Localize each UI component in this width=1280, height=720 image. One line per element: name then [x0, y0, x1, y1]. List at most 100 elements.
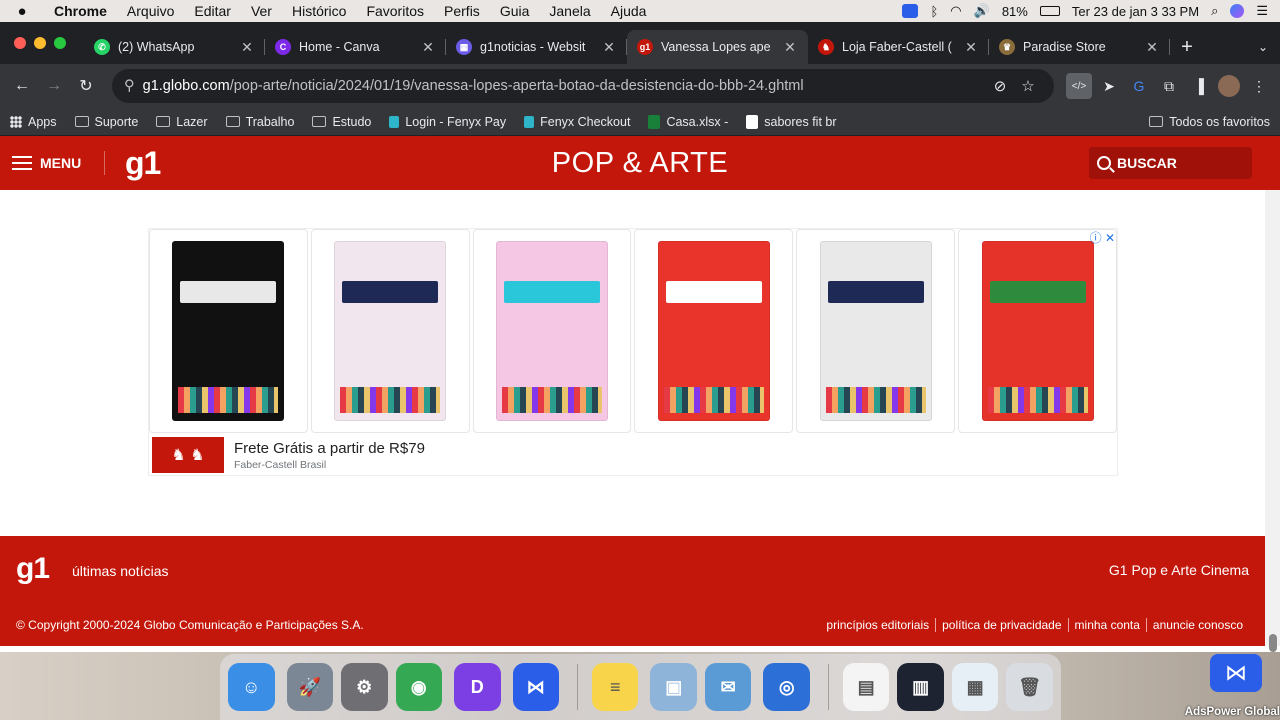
menu-perfis[interactable]: Perfis: [434, 3, 490, 19]
extensions-puzzle-icon[interactable]: ⧉: [1156, 73, 1182, 99]
site-info-icon[interactable]: ⚲: [124, 78, 135, 94]
ad-product-card[interactable]: [472, 229, 632, 433]
forward-button[interactable]: →: [40, 72, 68, 100]
bookmark-item[interactable]: Apps: [10, 115, 57, 129]
bookmark-item[interactable]: Lazer: [156, 115, 208, 129]
dock-chromium-icon[interactable]: ◎: [763, 663, 810, 711]
footer-section-link[interactable]: G1 Pop e Arte Cinema: [1109, 562, 1249, 578]
desktop-adspower-shortcut[interactable]: ⋈ AdsPower Global: [1180, 652, 1280, 720]
url-text[interactable]: g1.globo.com/pop-arte/noticia/2024/01/19…: [143, 78, 986, 94]
adspower-status-icon[interactable]: [902, 4, 919, 18]
adchoices-icon[interactable]: ⓘ ✕: [1090, 229, 1115, 246]
dock-doc-thumb-1-icon[interactable]: ▤: [842, 663, 890, 711]
footer-latest-news-link[interactable]: últimas notícias: [72, 563, 168, 579]
g1-logo[interactable]: g1: [125, 145, 161, 182]
tab-close-icon[interactable]: ✕: [601, 39, 617, 56]
spotlight-search-icon[interactable]: ⌕: [1211, 3, 1218, 19]
bookmark-item[interactable]: Estudo: [312, 115, 371, 129]
tab-search-chevron-icon[interactable]: ⌄: [1246, 30, 1280, 64]
side-panel-icon[interactable]: ▐: [1186, 73, 1212, 99]
bookmark-item[interactable]: sabores fit br: [746, 114, 837, 129]
page-scrollbar[interactable]: [1269, 634, 1277, 652]
browser-tab[interactable]: g1 Vanessa Lopes ape ✕: [627, 30, 808, 64]
menu-janela[interactable]: Janela: [539, 3, 600, 19]
menu-app-name[interactable]: Chrome: [44, 3, 117, 19]
browser-tab[interactable]: ▦ g1noticias - Websit ✕: [446, 30, 627, 64]
ad-product-card[interactable]: [796, 229, 956, 433]
dock-finder-icon[interactable]: ☺: [228, 663, 275, 711]
dock-mail-icon[interactable]: ✉: [704, 663, 752, 711]
footer-g1-logo[interactable]: g1: [16, 552, 50, 586]
address-bar[interactable]: ⚲ g1.globo.com/pop-arte/noticia/2024/01/…: [112, 69, 1054, 103]
clock[interactable]: Ter 23 de jan 3 33 PM: [1072, 4, 1199, 19]
ad-product-card[interactable]: [149, 229, 308, 433]
footer-link-advertise[interactable]: anuncie conosco: [1145, 618, 1249, 632]
bluetooth-icon[interactable]: ᛒ: [930, 4, 938, 19]
bookmark-item[interactable]: Fenyx Checkout: [524, 115, 630, 129]
tab-close-icon[interactable]: ✕: [239, 39, 255, 56]
new-tab-button[interactable]: +: [1170, 30, 1204, 64]
close-window-button[interactable]: [14, 37, 26, 49]
dock-app-purple-icon[interactable]: D: [454, 663, 501, 711]
bookmark-item[interactable]: Login - Fenyx Pay: [389, 115, 506, 129]
battery-icon[interactable]: [1039, 6, 1060, 16]
footer-link-principles[interactable]: princípios editoriais: [820, 618, 935, 632]
dock-chrome-icon[interactable]: ◉: [395, 663, 442, 711]
reload-button[interactable]: ↻: [72, 72, 100, 100]
dock-doc-thumb-2-icon[interactable]: ▥: [897, 663, 944, 711]
browser-tab[interactable]: ♛ Paradise Store ✕: [989, 30, 1170, 64]
apple-menu-icon[interactable]: ●: [0, 3, 44, 20]
footer-link-privacy[interactable]: política de privacidade: [935, 618, 1067, 632]
tab-close-icon[interactable]: ✕: [963, 39, 979, 56]
ad-product-card[interactable]: [634, 229, 794, 433]
extension-devtools-icon[interactable]: </>: [1066, 73, 1092, 99]
dock-doc-thumb-3-icon[interactable]: ▦: [951, 663, 999, 711]
ad-headline[interactable]: Frete Grátis a partir de R$79: [234, 440, 425, 457]
all-bookmarks-folder[interactable]: Todos os favoritos: [1149, 115, 1270, 129]
battery-percent[interactable]: 81%: [1002, 4, 1028, 19]
bookmark-item[interactable]: Suporte: [74, 115, 138, 129]
menu-favoritos[interactable]: Favoritos: [356, 3, 434, 19]
tab-close-icon[interactable]: ✕: [420, 39, 436, 56]
chrome-menu-icon[interactable]: ⋮: [1246, 73, 1272, 99]
menu-arquivo[interactable]: Arquivo: [117, 3, 184, 19]
wifi-icon[interactable]: ◠: [950, 3, 961, 19]
tracking-protection-icon[interactable]: ⊘: [986, 77, 1014, 95]
bookmark-item[interactable]: Casa.xlsx -: [648, 114, 728, 129]
zoom-window-button[interactable]: [54, 37, 66, 49]
control-center-icon[interactable]: ☰: [1256, 3, 1268, 19]
menu-historico[interactable]: Histórico: [282, 3, 356, 19]
display-ad[interactable]: ⓘ ✕ ♞ ♞ Frete Grátis a partir de R$79 Fa…: [148, 228, 1118, 476]
tab-close-icon[interactable]: ✕: [1144, 39, 1160, 56]
menu-ajuda[interactable]: Ajuda: [601, 3, 657, 19]
ad-product-card[interactable]: [958, 229, 1117, 433]
browser-tab[interactable]: ♞ Loja Faber-Castell (✕: [808, 30, 989, 64]
dock-preview-icon[interactable]: ▣: [650, 663, 697, 711]
browser-tab[interactable]: ✆ (2) WhatsApp ✕: [84, 30, 265, 64]
section-title[interactable]: POP & ARTE: [0, 147, 1280, 180]
search-button[interactable]: BUSCAR: [1089, 147, 1252, 179]
dock-trash-icon[interactable]: 🗑: [1006, 663, 1053, 711]
extension-cursor-icon[interactable]: ➤: [1096, 73, 1122, 99]
siri-icon[interactable]: [1230, 4, 1245, 18]
ad-product-card[interactable]: [310, 229, 470, 433]
volume-icon[interactable]: 🔊: [974, 3, 990, 19]
ad-footer[interactable]: ♞ ♞ Frete Grátis a partir de R$79 Faber-…: [152, 437, 425, 473]
bookmark-star-icon[interactable]: ☆: [1014, 77, 1042, 95]
tab-close-icon[interactable]: ✕: [782, 39, 798, 56]
footer-link-account[interactable]: minha conta: [1067, 618, 1146, 632]
dock-adspower-icon[interactable]: ⋈: [512, 663, 559, 711]
bookmark-item[interactable]: Trabalho: [225, 115, 294, 129]
menu-editar[interactable]: Editar: [184, 3, 241, 19]
minimize-window-button[interactable]: [34, 37, 46, 49]
dock-notes-icon[interactable]: ≡: [591, 663, 639, 711]
profile-avatar[interactable]: [1216, 73, 1242, 99]
menu-guia[interactable]: Guia: [490, 3, 540, 19]
back-button[interactable]: ←: [8, 72, 36, 100]
dock-launchpad-icon[interactable]: 🚀: [286, 663, 333, 711]
menu-button[interactable]: MENU: [0, 155, 104, 171]
menu-ver[interactable]: Ver: [241, 3, 282, 19]
dock-system-settings-icon[interactable]: ⚙: [341, 663, 388, 711]
browser-tab[interactable]: C Home - Canva ✕: [265, 30, 446, 64]
extension-translate-icon[interactable]: G: [1126, 73, 1152, 99]
